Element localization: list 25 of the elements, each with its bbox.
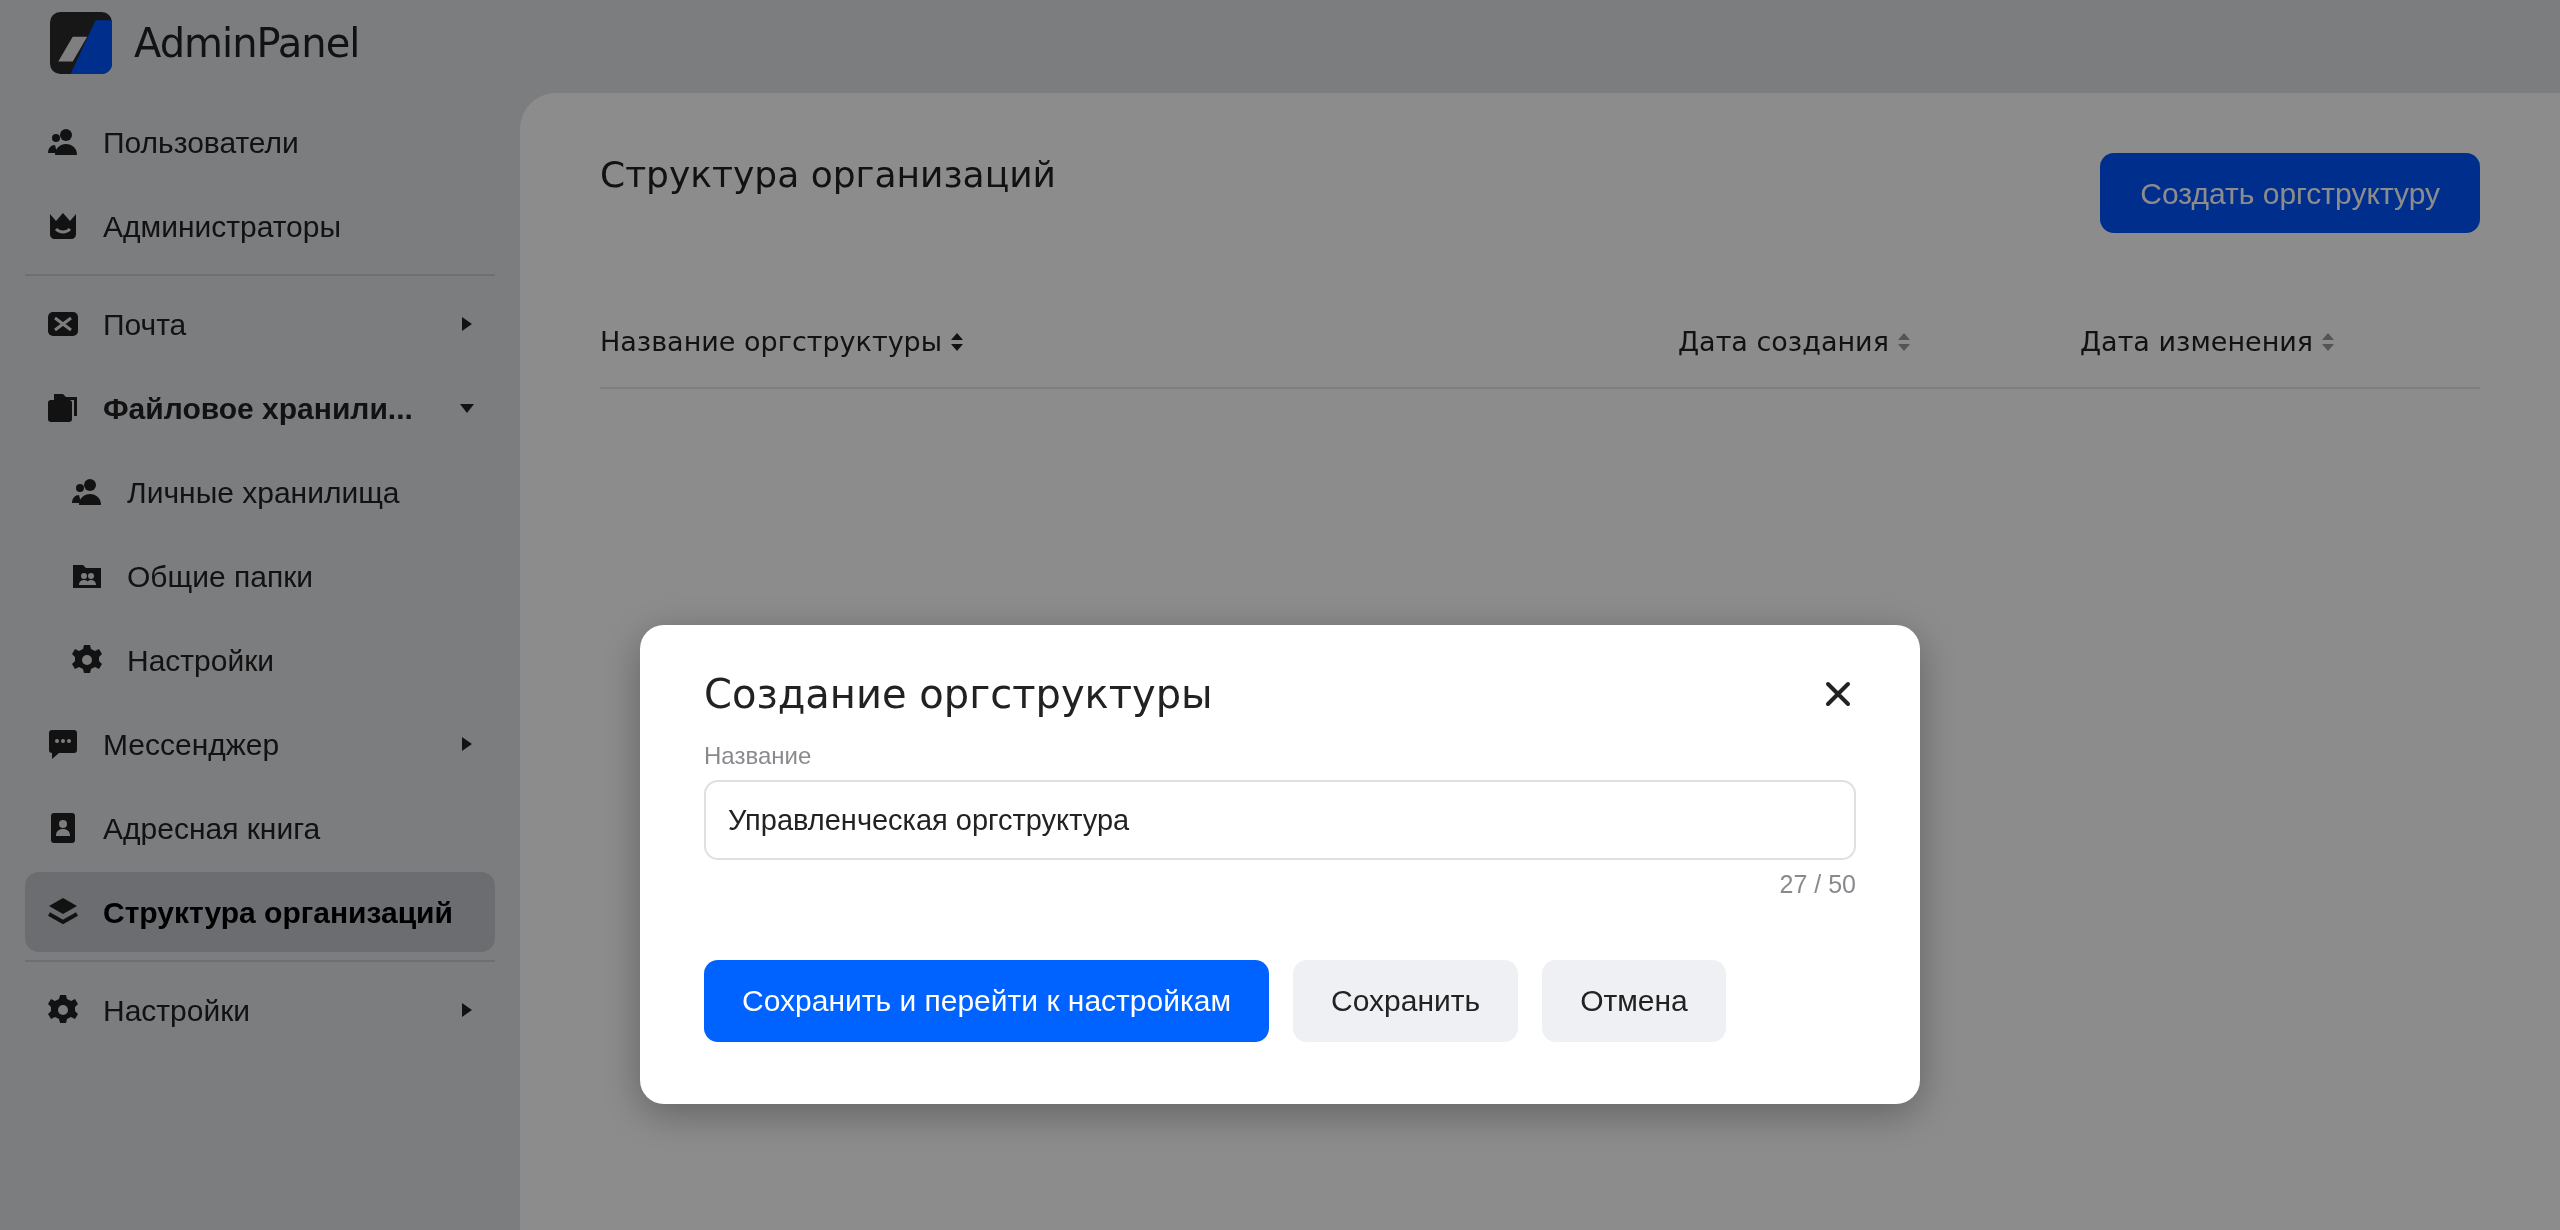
sidebar-item[interactable]: Структура организаций xyxy=(25,872,495,952)
sidebar-item[interactable]: Личные хранилища xyxy=(25,452,495,532)
sidebar-item[interactable]: Настройки xyxy=(25,620,495,700)
character-counter: 27 / 50 xyxy=(1778,869,1856,900)
sidebar-item[interactable]: Пользователи xyxy=(25,102,495,182)
field-label: Название xyxy=(704,741,813,771)
page-title: Структура организаций xyxy=(600,153,1056,197)
dialog-button[interactable]: Сохранить xyxy=(1293,959,1519,1042)
sidebar-item[interactable]: Общие папки xyxy=(25,536,495,616)
app-title: AdminPanel xyxy=(134,19,360,68)
dialog-button[interactable]: Отмена xyxy=(1542,959,1726,1042)
save-and-configure-button[interactable]: Сохранить и перейти к настройкам xyxy=(704,959,1270,1042)
column-header[interactable]: Дата создания xyxy=(1678,321,2080,363)
sidebar-item[interactable]: Администраторы xyxy=(25,186,495,266)
sidebar-item[interactable]: Настройки xyxy=(25,970,495,1050)
create-button[interactable]: Создать оргструктуру xyxy=(2100,153,2480,233)
column-header[interactable]: Название оргструктуры xyxy=(600,321,1678,363)
sidebar-item[interactable]: Адресная книга xyxy=(25,788,495,868)
sidebar-item[interactable]: Мессенджер xyxy=(25,704,495,784)
column-header[interactable]: Дата изменения xyxy=(2080,321,2336,363)
name-input-field[interactable]: Управленческая оргструктура xyxy=(704,780,1856,860)
logo-icon xyxy=(50,12,112,74)
dialog-title: Создание оргструктуры xyxy=(704,670,1213,718)
sidebar-item[interactable]: Почта xyxy=(25,284,495,364)
sidebar-item[interactable]: Файловое хранили... xyxy=(25,368,495,448)
